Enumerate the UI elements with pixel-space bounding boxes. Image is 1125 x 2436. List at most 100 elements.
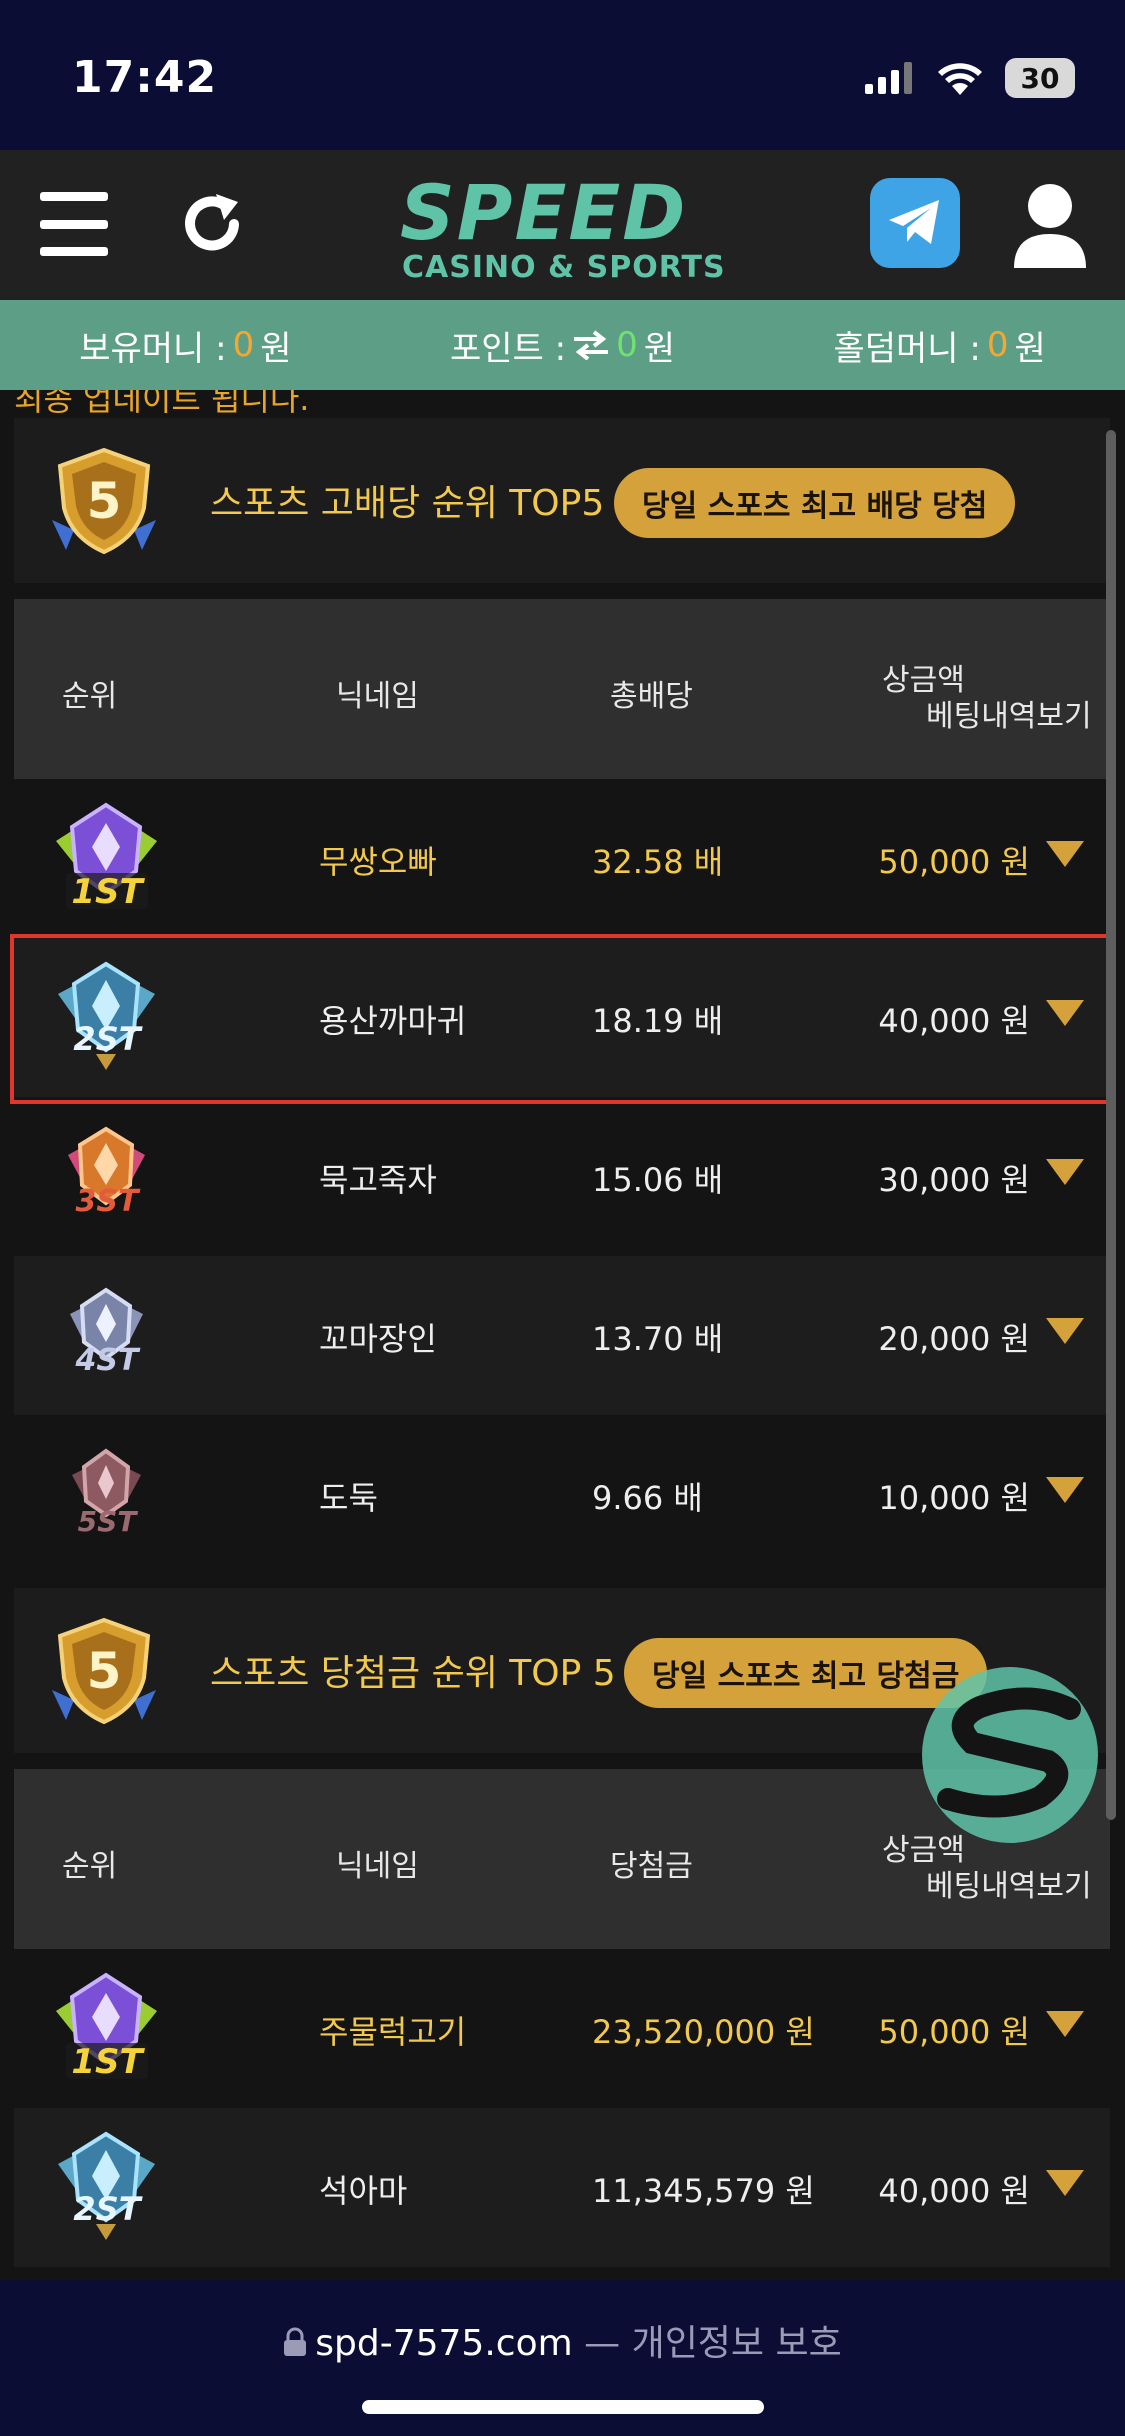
hamburger-icon: [40, 192, 108, 201]
col-nickname: 닉네임: [336, 1849, 419, 1884]
logo-sub: CASINO & SPORTS: [402, 250, 726, 285]
rank-2st-badge: 2ST: [58, 2131, 155, 2240]
logo-main: SPEED: [400, 168, 688, 257]
expand-triangle-icon[interactable]: [1044, 998, 1086, 1028]
svg-text:3ST: 3ST: [76, 1184, 141, 1219]
url-domain: spd-7575.com: [315, 2323, 573, 2364]
point-unit: 원: [643, 328, 675, 369]
nickname: 석아마: [319, 2172, 408, 2210]
home-indicator[interactable]: [362, 2400, 764, 2414]
svg-text:2ST: 2ST: [73, 2190, 142, 2228]
prize-value: 10,000 원: [878, 1479, 1030, 1517]
top5-medal-icon: 5: [52, 447, 156, 555]
expand-triangle-icon[interactable]: [1044, 1316, 1086, 1346]
odds-value: 18.19 배: [592, 1002, 724, 1040]
rank-2st-badge: 2ST: [58, 961, 155, 1070]
winnings-value: 11,345,579 원: [592, 2172, 815, 2210]
table-row[interactable]: 1ST 무쌍오빠 32.58 배 50,000 원: [14, 779, 1110, 938]
table-row[interactable]: 1ST 주물럭고기 23,520,000 원 50,000 원: [14, 1949, 1110, 2108]
section-title: 스포츠 당첨금 순위 TOP 5: [210, 1653, 616, 1694]
nickname: 도둑: [319, 1479, 378, 1517]
wifi-icon: [938, 63, 982, 95]
table-header: 순위 닉네임 총배당 상금액 베팅내역보기: [14, 599, 1110, 779]
url-privacy-label: — 개인정보 보호: [584, 2323, 842, 2364]
status-bar: 17:42 30: [0, 0, 1125, 150]
winnings-value: 23,520,000 원: [592, 2013, 815, 2051]
section-pill-button[interactable]: 당일 스포츠 최고 당첨금: [624, 1638, 988, 1708]
table-row[interactable]: 2ST 석아마 11,345,579 원 40,000 원: [14, 2108, 1110, 2267]
main-content: 최종 업데이트 됩니다. 5 스포츠 고배당 순위 TOP5 당일 스포츠 최고…: [0, 390, 1125, 2280]
nickname: 주물럭고기: [319, 2013, 467, 2051]
svg-text:5: 5: [87, 1642, 122, 1700]
lock-icon: [284, 2327, 307, 2356]
url-display[interactable]: spd-7575.com — 개인정보 보호: [0, 2314, 1125, 2366]
col-winnings: 당첨금: [610, 1849, 693, 1884]
notice-ticker: 최종 업데이트 됩니다.: [14, 390, 310, 418]
telegram-button[interactable]: [870, 178, 960, 268]
rank-3st-badge: 3ST: [68, 1126, 145, 1219]
col-bet-history: 베팅내역보기: [926, 1869, 1092, 1904]
rank-4st-badge: 4ST: [70, 1287, 143, 1378]
odds-value: 13.70 배: [592, 1320, 724, 1358]
exchange-icon[interactable]: [572, 330, 610, 360]
section-high-odds-header: 5 스포츠 고배당 순위 TOP5 당일 스포츠 최고 배당 당첨: [14, 418, 1110, 583]
money-label: 보유머니 :: [79, 328, 227, 369]
svg-text:1ST: 1ST: [71, 2042, 145, 2082]
top5-medal-icon: 5: [52, 1617, 156, 1725]
nickname: 묵고죽자: [319, 1161, 437, 1199]
svg-text:5ST: 5ST: [78, 1505, 139, 1538]
user-icon[interactable]: [1010, 180, 1090, 270]
holdem-label: 홀덤머니 :: [833, 328, 981, 369]
table-row[interactable]: 2ST 용산까마귀 18.19 배 40,000 원: [14, 938, 1110, 1097]
nickname: 용산까마귀: [319, 1002, 467, 1040]
table-row[interactable]: 3ST 묵고죽자 15.06 배 30,000 원: [14, 1097, 1110, 1256]
speed-logo[interactable]: SPEED CASINO & SPORTS: [400, 174, 730, 284]
point-label: 포인트 :: [449, 328, 567, 369]
point-value: 0: [616, 325, 638, 365]
rank-1st-badge: 1ST: [56, 1972, 157, 2082]
expand-triangle-icon[interactable]: [1044, 1157, 1086, 1187]
odds-value: 9.66 배: [592, 1479, 703, 1517]
prize-value: 40,000 원: [878, 2172, 1030, 2210]
col-rank: 순위: [62, 679, 118, 714]
signal-icon: [865, 62, 912, 94]
point-balance[interactable]: 포인트 : 0 원: [450, 321, 675, 370]
prize-value: 50,000 원: [878, 2013, 1030, 2051]
table-row[interactable]: 4ST 꼬마장인 13.70 배 20,000 원: [14, 1256, 1110, 1415]
prize-value: 20,000 원: [878, 1320, 1030, 1358]
prize-value: 40,000 원: [878, 1002, 1030, 1040]
nickname: 꼬마장인: [319, 1320, 437, 1358]
scrollbar[interactable]: [1106, 430, 1116, 1820]
expand-triangle-icon[interactable]: [1044, 1475, 1086, 1505]
odds-value: 15.06 배: [592, 1161, 724, 1199]
floating-s-logo-icon[interactable]: [920, 1665, 1100, 1845]
refresh-icon[interactable]: [176, 188, 248, 260]
col-total-odds: 총배당: [610, 679, 693, 714]
rank-5st-badge: 5ST: [72, 1448, 141, 1538]
status-time: 17:42: [72, 52, 218, 103]
section-title: 스포츠 고배당 순위 TOP5: [210, 483, 605, 524]
expand-triangle-icon[interactable]: [1044, 2168, 1086, 2198]
expand-triangle-icon[interactable]: [1044, 839, 1086, 869]
svg-text:5: 5: [87, 472, 122, 530]
col-rank: 순위: [62, 1849, 118, 1884]
col-bet-history: 베팅내역보기: [926, 699, 1092, 734]
browser-url-bar[interactable]: spd-7575.com — 개인정보 보호: [0, 2280, 1125, 2436]
money-unit: 원: [260, 328, 292, 369]
menu-button[interactable]: [40, 192, 108, 256]
holdem-unit: 원: [1014, 328, 1046, 369]
money-balance[interactable]: 보유머니 : 0 원: [79, 321, 291, 370]
svg-text:4ST: 4ST: [75, 1343, 141, 1378]
prize-value: 50,000 원: [878, 843, 1030, 881]
holdem-balance[interactable]: 홀덤머니 : 0 원: [833, 321, 1045, 370]
expand-triangle-icon[interactable]: [1044, 2009, 1086, 2039]
prize-value: 30,000 원: [878, 1161, 1030, 1199]
odds-value: 32.58 배: [592, 843, 724, 881]
section-pill-button[interactable]: 당일 스포츠 최고 배당 당첨: [614, 468, 1016, 538]
svg-text:2ST: 2ST: [73, 1020, 142, 1058]
table-row[interactable]: 5ST 도둑 9.66 배 10,000 원: [14, 1415, 1110, 1574]
holdem-value: 0: [986, 325, 1009, 365]
telegram-icon: [889, 200, 939, 244]
nickname: 무쌍오빠: [319, 843, 437, 881]
col-nickname: 닉네임: [336, 679, 419, 714]
